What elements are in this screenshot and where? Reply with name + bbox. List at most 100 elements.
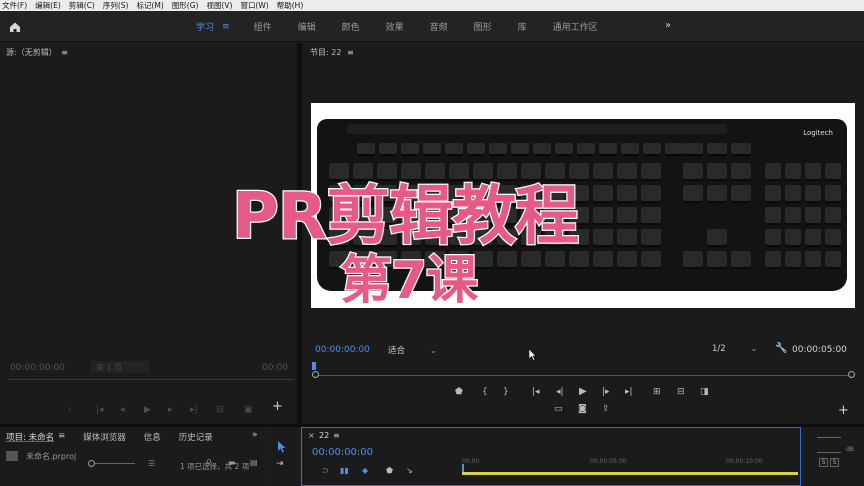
compare-icon[interactable]: ◨: [700, 387, 709, 397]
workspace-tab[interactable]: 库: [518, 20, 527, 33]
keyboard-key: [445, 143, 463, 156]
zoom-slider-handle[interactable]: [88, 460, 95, 467]
track-select-tool-icon[interactable]: ⇥: [276, 459, 284, 469]
folder-icon[interactable]: ▬: [228, 458, 236, 467]
source-timecode[interactable]: 00:00:00:00: [10, 363, 65, 373]
camera-icon[interactable]: ◙: [578, 404, 587, 414]
keyboard-key: [643, 143, 661, 156]
new-item-icon[interactable]: ▤: [250, 458, 258, 467]
play-icon[interactable]: ▶: [144, 405, 151, 415]
menu-item[interactable]: 编辑(E): [35, 0, 61, 11]
project-tab[interactable]: 媒体浏览器: [83, 431, 126, 443]
menu-item[interactable]: 帮助(H): [277, 0, 304, 11]
zoom-slider[interactable]: [95, 463, 135, 464]
snap-icon[interactable]: ⊃: [322, 466, 329, 475]
program-timecode[interactable]: 00:00:00:00: [315, 345, 370, 355]
home-icon[interactable]: [8, 20, 22, 34]
ruler-label-mid: 00:00:05:00: [590, 458, 627, 465]
step-forward-icon[interactable]: ▸: [168, 405, 173, 415]
safe-margins-icon[interactable]: ▭: [554, 404, 563, 414]
play-icon[interactable]: ▶: [579, 386, 587, 397]
go-to-out-icon[interactable]: ▸|: [625, 387, 633, 397]
timeline-menu-icon[interactable]: ≡: [333, 431, 340, 440]
keyboard-key: [731, 251, 751, 269]
add-marker-icon[interactable]: ⬟: [455, 387, 463, 397]
program-panel-title[interactable]: 节目: 22: [310, 48, 341, 57]
menu-item[interactable]: 剪辑(C): [69, 0, 95, 11]
step-forward-icon[interactable]: |▸: [602, 387, 610, 397]
solo-button-left[interactable]: S: [819, 458, 828, 467]
close-icon[interactable]: ×: [308, 431, 315, 440]
scrub-start-handle[interactable]: [312, 371, 319, 378]
project-tabs-more[interactable]: »: [252, 430, 258, 440]
program-scrub-bar[interactable]: [316, 375, 853, 376]
workspace-tab[interactable]: 组件: [254, 20, 272, 33]
solo-button-right[interactable]: S: [830, 458, 839, 467]
mark-out-icon[interactable]: }: [503, 387, 509, 397]
step-back-icon[interactable]: ◂: [120, 405, 125, 415]
workspace-tab[interactable]: 通用工作区: [553, 20, 598, 33]
project-menu-icon[interactable]: ≡: [58, 431, 65, 443]
resolution-dropdown[interactable]: 1/2 ⌄: [712, 344, 758, 354]
workspace-tab[interactable]: 效果: [386, 20, 404, 33]
keyboard-key: [511, 143, 529, 156]
source-panel-title[interactable]: 源:（无剪辑）: [6, 48, 57, 57]
db-label: dB: [846, 446, 854, 453]
workspace-tab[interactable]: 编辑: [298, 20, 316, 33]
workspace-tab[interactable]: 学习: [196, 20, 214, 33]
keyboard-key: [683, 185, 703, 203]
scrub-end-handle[interactable]: [848, 371, 855, 378]
go-to-in-icon[interactable]: |◂: [532, 387, 540, 397]
source-timecode-end[interactable]: 00:00: [262, 363, 288, 373]
extract-icon[interactable]: ⊟: [677, 387, 685, 397]
timeline-panel: × 22 ≡ 00:00:00:00 00:00 00:00:05:00 00:…: [301, 427, 801, 486]
workspace-menu-icon[interactable]: ≡: [222, 22, 230, 32]
mark-in-icon[interactable]: ⁝: [68, 405, 71, 415]
menu-item[interactable]: 窗口(W): [240, 0, 268, 11]
program-panel-menu-icon[interactable]: ≡: [347, 48, 354, 57]
project-tab[interactable]: 历史记录: [179, 431, 213, 443]
source-page-indicator: 第 1 页: [90, 361, 150, 373]
keyboard-key: [593, 229, 613, 247]
list-view-icon[interactable]: ☰: [148, 459, 155, 468]
workspace-tab[interactable]: 音频: [430, 20, 448, 33]
wrench-icon[interactable]: 🔧: [775, 343, 787, 354]
export-icon[interactable]: ⇪: [602, 404, 610, 414]
fit-dropdown[interactable]: 适合 ⌄: [388, 344, 437, 356]
project-tab[interactable]: 项目: 未命名: [6, 431, 54, 443]
chevron-down-icon: ⌄: [429, 346, 437, 356]
linked-selection-icon[interactable]: ▮▮: [340, 466, 349, 475]
menu-item[interactable]: 文件(F): [2, 0, 27, 11]
captions-icon[interactable]: ↘: [406, 466, 413, 475]
step-back-icon[interactable]: ◂|: [556, 387, 564, 397]
lift-icon[interactable]: ⊞: [653, 387, 661, 397]
timeline-timecode[interactable]: 00:00:00:00: [312, 447, 373, 458]
source-panel-menu-icon[interactable]: ≡: [61, 48, 68, 57]
search-icon[interactable]: ⚲: [206, 458, 212, 467]
go-to-in-icon[interactable]: |◂: [96, 405, 104, 415]
workspace-tab[interactable]: 颜色: [342, 20, 360, 33]
mark-in-icon[interactable]: {: [482, 387, 488, 397]
add-marker-timeline-icon[interactable]: ◆: [362, 466, 368, 475]
workspace-more-button[interactable]: »: [665, 20, 671, 31]
export-frame-icon[interactable]: ▣: [244, 405, 253, 415]
project-tab[interactable]: 信息: [144, 431, 161, 443]
add-button-icon[interactable]: +: [272, 399, 283, 414]
keyboard-key: [707, 251, 727, 269]
menu-item[interactable]: 序列(S): [103, 0, 129, 11]
menu-item[interactable]: 图形(G): [172, 0, 199, 11]
go-to-out-icon[interactable]: ▸|: [190, 405, 198, 415]
selection-tool-icon[interactable]: [277, 441, 287, 455]
settings-icon[interactable]: ⬟: [386, 466, 393, 475]
insert-icon[interactable]: ⊟: [216, 405, 224, 415]
menu-item[interactable]: 标记(M): [136, 0, 163, 11]
workspace-tab[interactable]: 图形: [474, 20, 492, 33]
add-button-icon[interactable]: +: [838, 403, 849, 418]
keyboard-key: [731, 185, 751, 203]
work-area-bar[interactable]: [462, 472, 798, 475]
menu-item[interactable]: 视图(V): [206, 0, 232, 11]
source-scrub-bar[interactable]: [8, 379, 293, 380]
playhead-marker[interactable]: [312, 362, 316, 370]
keyboard-key: [683, 143, 703, 156]
sequence-tab[interactable]: 22: [319, 431, 329, 440]
